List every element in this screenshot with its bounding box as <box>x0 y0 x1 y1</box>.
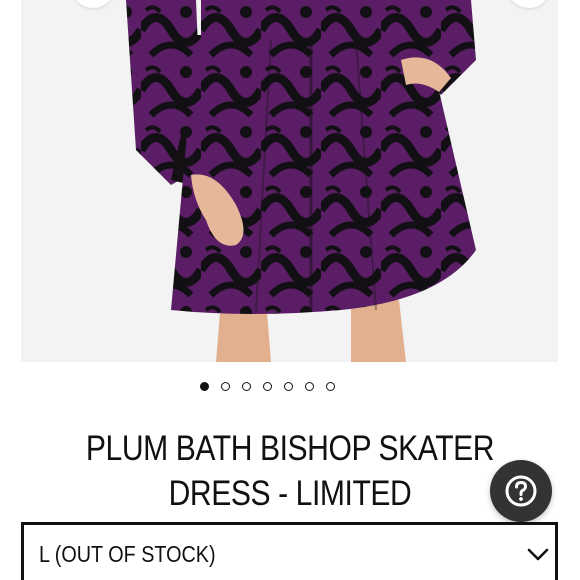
size-select-value: L (OUT OF STOCK) <box>39 541 216 567</box>
product-page: PLUM BATH BISHOP SKATER DRESS - LIMITED … <box>0 0 580 580</box>
help-button[interactable] <box>490 460 552 522</box>
carousel-dot[interactable] <box>326 382 335 391</box>
carousel-dot[interactable] <box>284 382 293 391</box>
product-title: PLUM BATH BISHOP SKATER DRESS - LIMITED <box>85 429 495 513</box>
chevron-down-icon <box>527 548 549 561</box>
carousel-dot[interactable] <box>263 382 272 391</box>
question-mark-icon <box>505 475 537 507</box>
carousel-dot[interactable] <box>242 382 251 391</box>
carousel-dots <box>0 382 580 391</box>
carousel-dot[interactable] <box>221 382 230 391</box>
product-image[interactable] <box>21 0 558 362</box>
carousel-dot[interactable] <box>200 382 209 391</box>
size-select[interactable]: L (OUT OF STOCK) <box>21 522 558 580</box>
carousel-dot[interactable] <box>305 382 314 391</box>
dress-photo <box>21 0 558 362</box>
